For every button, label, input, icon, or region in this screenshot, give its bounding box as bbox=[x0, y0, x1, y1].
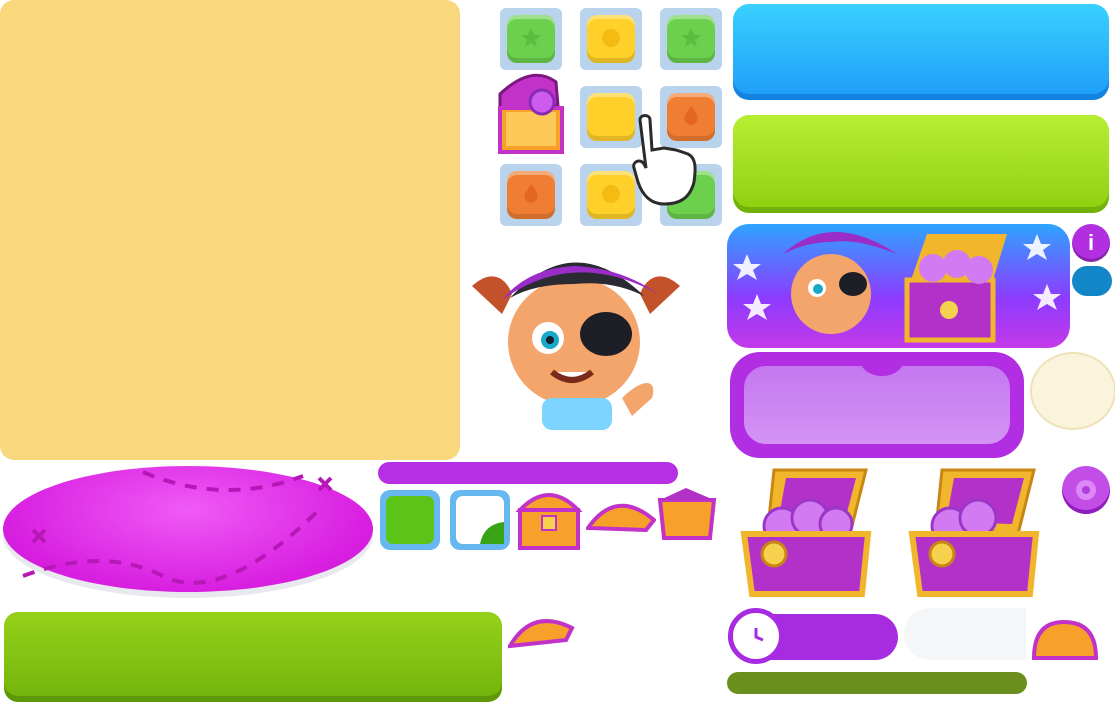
tile-cell[interactable] bbox=[660, 8, 722, 70]
blue-button[interactable] bbox=[733, 4, 1109, 100]
green-square-button[interactable] bbox=[380, 490, 440, 550]
star-icon bbox=[681, 28, 701, 47]
chest-box-icon bbox=[657, 488, 717, 540]
promo-banner[interactable] bbox=[727, 224, 1070, 348]
flower-icon bbox=[602, 185, 620, 203]
background-panel bbox=[0, 0, 460, 460]
banner-art bbox=[733, 232, 1061, 343]
hand-pointer-icon bbox=[632, 114, 697, 206]
purple-progress-bar bbox=[378, 462, 678, 484]
coin-icon bbox=[1062, 466, 1110, 514]
info-button[interactable]: i bbox=[1072, 224, 1110, 262]
star-icon bbox=[521, 28, 541, 47]
treasure-chest-icon bbox=[1031, 619, 1099, 660]
white-square-button[interactable] bbox=[450, 490, 510, 550]
corner-leaf-icon bbox=[480, 522, 504, 544]
green-wide-button[interactable] bbox=[4, 612, 502, 702]
tutorial-grid bbox=[498, 8, 726, 230]
blue-pill-button[interactable] bbox=[1072, 266, 1112, 296]
lime-button[interactable] bbox=[733, 115, 1109, 213]
clock-icon bbox=[728, 608, 784, 664]
flower-icon bbox=[602, 29, 620, 47]
tile-cell[interactable] bbox=[500, 8, 562, 70]
fire-icon bbox=[524, 184, 538, 203]
treasure-path-icon bbox=[22, 470, 333, 585]
white-pill bbox=[904, 608, 1026, 660]
treasure-chest-icon bbox=[516, 493, 582, 550]
purple-panel bbox=[730, 352, 1024, 458]
speech-bubble bbox=[1030, 352, 1115, 430]
treasure-chest-icon bbox=[908, 468, 1040, 597]
pirate-girl-icon bbox=[472, 262, 680, 430]
pink-map-oval bbox=[3, 466, 373, 592]
tile-cell[interactable] bbox=[580, 8, 642, 70]
treasure-chest-icon bbox=[740, 468, 872, 597]
treasure-chest-icon bbox=[498, 73, 564, 154]
tile-cell[interactable] bbox=[500, 164, 562, 226]
chest-lid-icon bbox=[586, 503, 656, 532]
chest-lid-icon bbox=[508, 619, 575, 649]
yellow-flower-tile bbox=[587, 93, 635, 141]
olive-bar bbox=[727, 672, 1027, 694]
purple-panel-inner bbox=[744, 366, 1010, 444]
